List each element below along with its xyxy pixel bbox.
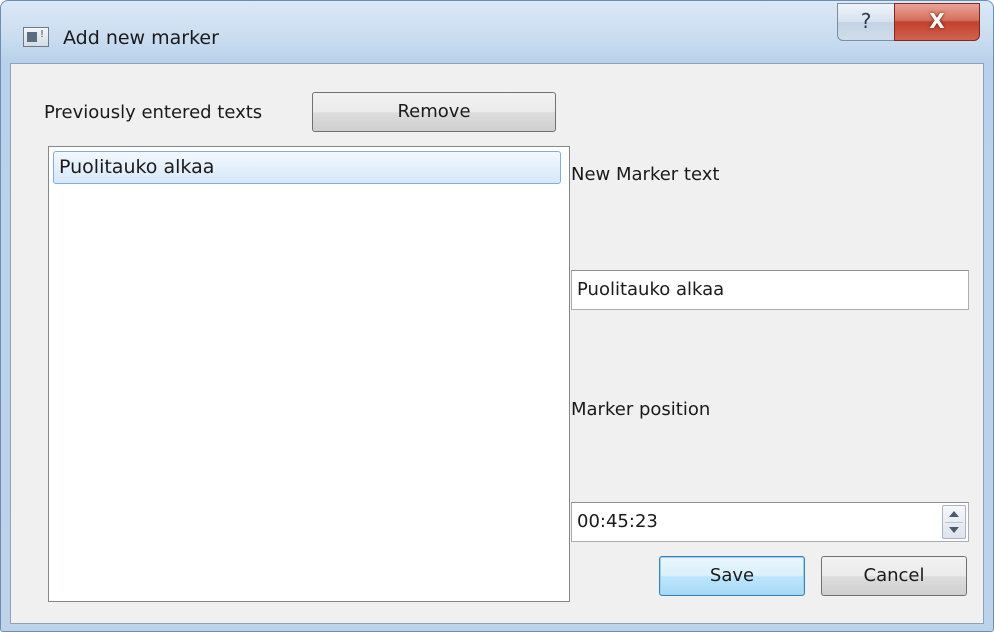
app-window-icon[interactable]: ! — [23, 27, 49, 47]
list-item[interactable]: Puolitauko alkaa — [53, 151, 561, 184]
position-value: 00:45:23 — [577, 511, 658, 532]
previous-texts-list[interactable]: Puolitauko alkaa — [48, 146, 570, 602]
marker-position-spinbox[interactable]: 00:45:23 — [571, 502, 969, 542]
previously-entered-label: Previously entered texts — [44, 102, 263, 123]
window-title: Add new marker — [63, 27, 219, 49]
spin-up-icon[interactable] — [949, 511, 959, 517]
title-bar[interactable]: ! Add new marker ? X — [1, 1, 993, 63]
spin-buttons[interactable] — [942, 505, 966, 539]
marker-position-label: Marker position — [571, 399, 711, 420]
close-button[interactable]: X — [894, 3, 980, 41]
save-button[interactable]: Save — [659, 556, 805, 596]
marker-text-input[interactable]: Puolitauko alkaa — [571, 270, 969, 310]
spin-down-icon[interactable] — [949, 527, 959, 533]
help-button[interactable]: ? — [837, 3, 895, 41]
cancel-button[interactable]: Cancel — [821, 556, 967, 596]
remove-button[interactable]: Remove — [312, 92, 556, 132]
new-marker-text-label: New Marker text — [571, 164, 720, 185]
dialog-window: ! Add new marker ? X Previously entered … — [0, 0, 994, 632]
help-icon: ? — [860, 9, 872, 33]
close-icon: X — [929, 9, 945, 33]
dialog-client-area: Previously entered texts Remove Puolitau… — [10, 63, 984, 624]
